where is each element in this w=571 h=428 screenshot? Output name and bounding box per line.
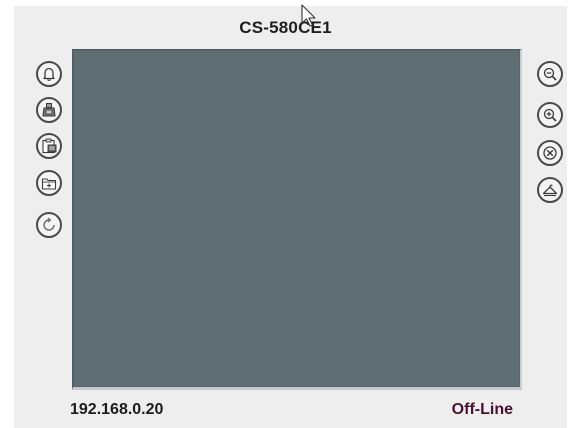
camera-record-icon [42, 103, 56, 117]
connection-status-label: Off-Line [451, 401, 513, 418]
record-button[interactable] [36, 97, 62, 123]
alarm-bell-button[interactable] [36, 61, 62, 87]
zoom-in-icon [543, 108, 557, 122]
mouse-cursor-icon [301, 4, 316, 27]
clipboard-snapshot-icon [42, 138, 57, 154]
video-viewport[interactable] [72, 49, 522, 390]
bell-icon [43, 67, 55, 81]
ip-address-label: 192.168.0.20 [70, 401, 164, 418]
folder-icon [41, 178, 57, 190]
open-folder-button[interactable] [36, 170, 62, 196]
hanger-icon [542, 184, 558, 197]
preset-button[interactable] [537, 177, 563, 203]
disconnect-button[interactable] [537, 140, 563, 166]
zoom-in-button[interactable] [537, 102, 563, 128]
snapshot-button[interactable] [36, 133, 62, 159]
close-icon [543, 146, 557, 160]
zoom-out-button[interactable] [537, 61, 563, 87]
refresh-button[interactable] [36, 212, 62, 238]
zoom-out-icon [543, 67, 557, 81]
refresh-icon [43, 217, 55, 231]
camera-title: CS-580CE1 [239, 18, 332, 37]
